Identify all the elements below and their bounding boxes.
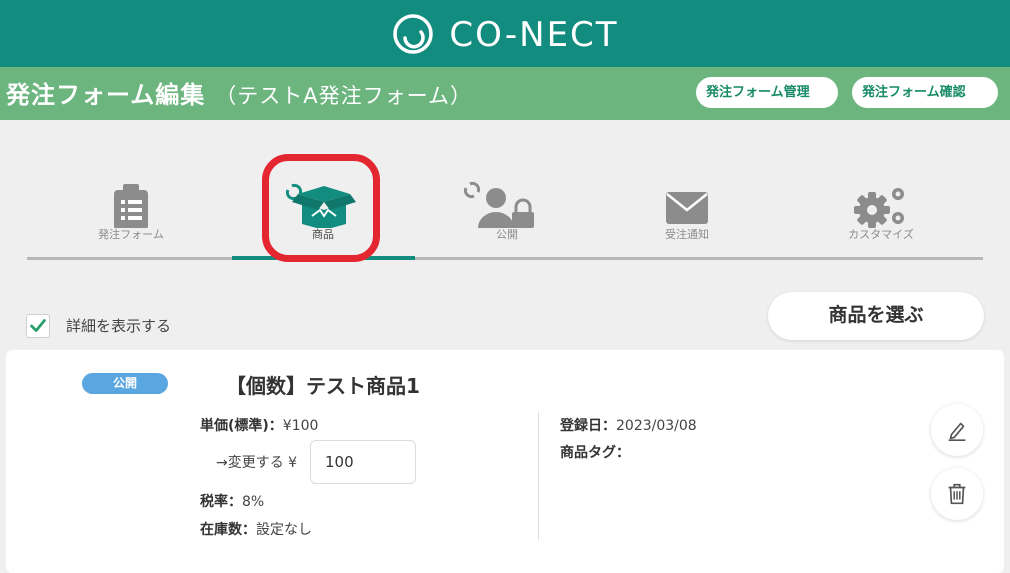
stock-value: 設定なし	[256, 522, 312, 538]
unit-price-value: ¥100	[282, 418, 319, 434]
page-title-text: 発注フォーム編集	[6, 81, 206, 109]
show-details-checkbox[interactable]	[26, 314, 50, 338]
choose-product-button[interactable]: 商品を選ぶ	[768, 292, 984, 340]
tab-track	[27, 257, 983, 260]
form-manage-button[interactable]: 発注フォーム管理	[696, 77, 838, 108]
card-divider	[538, 412, 539, 540]
tab-publish[interactable]: 公開	[416, 180, 598, 250]
page-title: 発注フォーム編集 （テストA発注フォーム）	[6, 75, 472, 110]
tab-order-notification[interactable]: 受注通知	[596, 180, 778, 250]
unit-price-row: 単価(標準)：¥100	[200, 415, 318, 435]
delete-button[interactable]	[931, 468, 983, 520]
registered-value: 2023/03/08	[616, 418, 697, 434]
tab-order-form[interactable]: 発注フォーム	[40, 180, 222, 250]
tab-label: 発注フォーム	[98, 228, 164, 241]
show-details-label: 詳細を表示する	[66, 317, 172, 335]
product-name: 【個数】テスト商品1	[226, 374, 420, 398]
envelope-icon	[666, 192, 708, 224]
title-bar: 発注フォーム編集 （テストA発注フォーム） 発注フォーム管理 発注フォーム確認	[0, 67, 1010, 120]
product-card: 公開 【個数】テスト商品1 単価(標準)：¥100 →変更する ¥ 税率：8% …	[6, 350, 1004, 573]
tab-label: 受注通知	[665, 228, 709, 241]
brand-bar: CO-NECT	[0, 0, 1010, 67]
tax-value: 8%	[242, 494, 265, 510]
registered-label: 登録日：	[560, 418, 616, 434]
highlight-box	[262, 154, 380, 262]
tab-label: 公開	[496, 228, 518, 241]
status-badge: 公開	[82, 373, 168, 394]
change-price-label: →変更する ¥	[216, 455, 298, 471]
change-price-input[interactable]	[310, 440, 416, 484]
clipboard-icon	[114, 184, 148, 228]
edit-button[interactable]	[931, 404, 983, 456]
gears-icon	[854, 188, 904, 228]
brand-name: CO-NECT	[449, 14, 619, 55]
unit-price-label: 単価(標準)：	[200, 418, 283, 434]
step-tabs: 発注フォーム 商品 公開 受注通知 カスタマイズ	[0, 120, 1010, 260]
stock-label: 在庫数：	[200, 522, 256, 538]
pencil-icon	[948, 422, 966, 442]
tab-label: カスタマイズ	[848, 228, 914, 241]
registered-row: 登録日：2023/03/08	[560, 415, 697, 435]
tag-label: 商品タグ：	[560, 445, 630, 461]
trash-icon	[948, 483, 966, 505]
check-icon	[30, 319, 46, 332]
tag-row: 商品タグ：	[560, 442, 630, 462]
logo-icon	[393, 13, 434, 54]
page-subtitle: （テストA発注フォーム）	[215, 84, 473, 108]
form-confirm-button[interactable]: 発注フォーム確認	[852, 77, 998, 108]
tax-row: 税率：8%	[200, 491, 264, 511]
tab-customize[interactable]: カスタマイズ	[790, 180, 972, 250]
tax-label: 税率：	[200, 494, 242, 510]
user-lock-icon	[463, 181, 534, 228]
stock-row: 在庫数：設定なし	[200, 519, 312, 539]
